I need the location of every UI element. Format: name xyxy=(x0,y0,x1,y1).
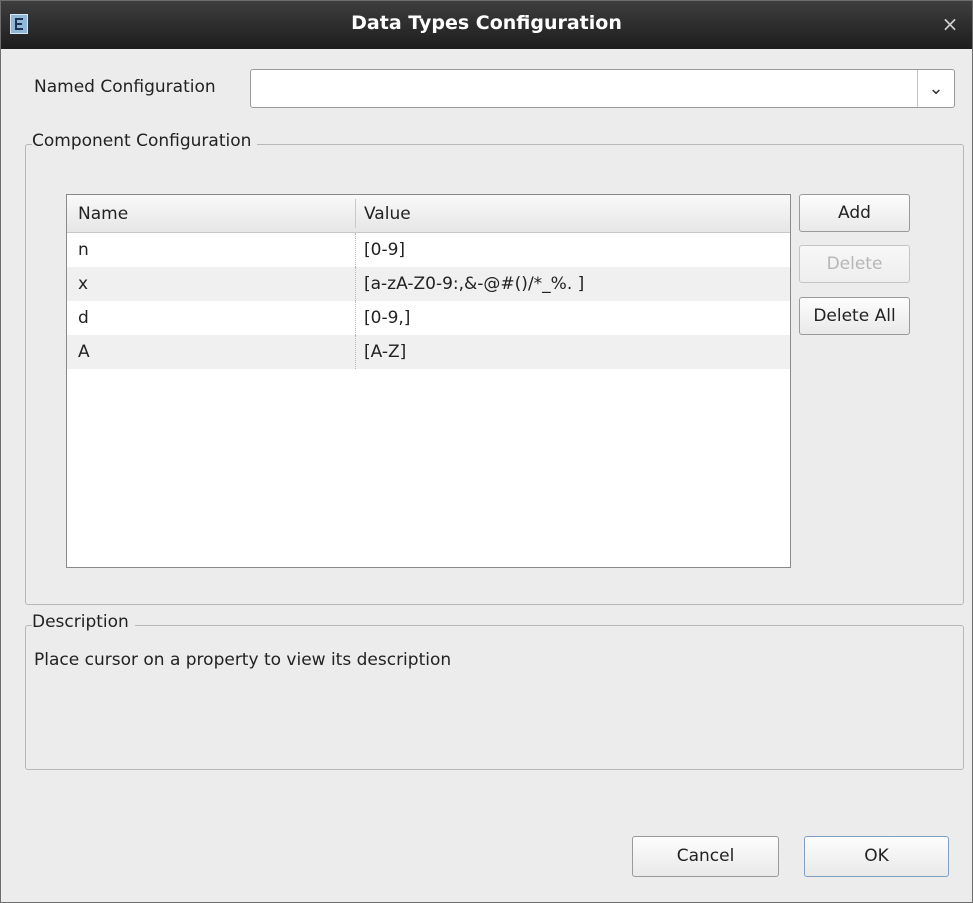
column-header-value[interactable]: Value xyxy=(364,204,411,224)
description-group: Description xyxy=(25,612,964,770)
cell-separator xyxy=(355,335,357,369)
row-name-cell[interactable]: x xyxy=(78,274,88,294)
column-header-name[interactable]: Name xyxy=(78,204,128,224)
named-configuration-combo[interactable]: ⌄ xyxy=(250,69,955,108)
table-row[interactable]: A [A-Z] xyxy=(67,335,790,369)
close-icon[interactable]: × xyxy=(938,12,962,36)
data-types-configuration-dialog: Data Types Configuration × Named Configu… xyxy=(0,0,973,903)
row-name-cell[interactable]: A xyxy=(78,342,90,362)
cancel-button[interactable]: Cancel xyxy=(632,836,779,877)
row-name-cell[interactable]: n xyxy=(78,240,89,260)
row-value-cell[interactable]: [0-9,] xyxy=(364,308,410,328)
column-separator[interactable] xyxy=(355,199,356,228)
table-row[interactable]: n [0-9] xyxy=(67,233,790,267)
chevron-down-icon[interactable]: ⌄ xyxy=(917,70,954,107)
add-button[interactable]: Add xyxy=(799,194,910,232)
row-value-cell[interactable]: [a-zA-Z0-9:,&-@#()/*_%. ] xyxy=(364,274,584,294)
row-name-cell[interactable]: d xyxy=(78,308,89,328)
delete-button[interactable]: Delete xyxy=(799,245,910,283)
row-value-cell[interactable]: [A-Z] xyxy=(364,342,406,362)
delete-all-button[interactable]: Delete All xyxy=(799,297,910,335)
cell-separator xyxy=(355,267,357,301)
description-text: Place cursor on a property to view its d… xyxy=(34,650,452,670)
component-table[interactable]: Name Value n [0-9] x [a-zA-Z0-9:,&-@#()/… xyxy=(66,194,791,568)
table-row[interactable]: x [a-zA-Z0-9:,&-@#()/*_%. ] xyxy=(67,267,790,301)
ok-button[interactable]: OK xyxy=(804,836,949,877)
cell-separator xyxy=(355,233,357,267)
named-configuration-label: Named Configuration xyxy=(34,77,216,97)
cell-separator xyxy=(355,301,357,335)
table-row[interactable]: d [0-9,] xyxy=(67,301,790,335)
component-configuration-legend: Component Configuration xyxy=(32,131,258,151)
row-value-cell[interactable]: [0-9] xyxy=(364,240,405,260)
title-bar: Data Types Configuration × xyxy=(1,1,972,49)
table-header: Name Value xyxy=(67,195,790,233)
window-title: Data Types Configuration xyxy=(351,12,622,34)
description-legend: Description xyxy=(32,612,135,632)
